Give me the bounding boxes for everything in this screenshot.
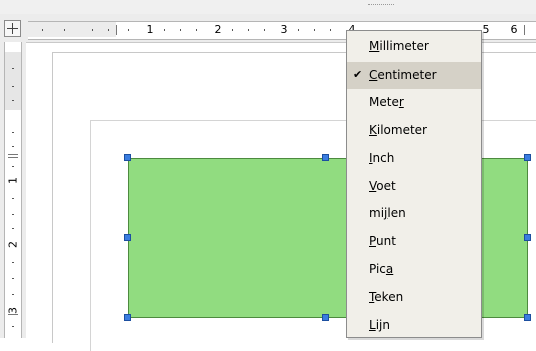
menu-item-millimeter[interactable]: Millimeter [347, 33, 481, 60]
tab-stop-type-icon[interactable] [4, 20, 21, 37]
ruler-number: 1 [146, 23, 154, 36]
menu-item-label: Voet [369, 179, 396, 193]
ruler-margin-area [5, 52, 21, 110]
selection-handle-bottom-middle[interactable] [322, 314, 329, 321]
ruler-number: 1 [6, 177, 20, 184]
menu-item-label: Meter [369, 95, 404, 109]
menu-item-label: Lijn [369, 318, 390, 332]
menu-item-label: Inch [369, 151, 395, 165]
window-top-strip [0, 0, 536, 14]
menu-item-label: Pica [369, 262, 394, 276]
menu-item-pica[interactable]: Pica [347, 256, 481, 283]
ruler-number: 2 [6, 241, 20, 248]
menu-item-voet[interactable]: Voet [347, 173, 481, 200]
menu-item-punt[interactable]: Punt [347, 228, 481, 255]
menu-item-label: Punt [369, 234, 396, 248]
ruler-number: 3 [280, 23, 288, 36]
menu-item-label: Centimeter [369, 68, 437, 82]
ruler-number: 6 [510, 23, 518, 36]
selection-handle-top-left[interactable] [124, 154, 131, 161]
selection-handle-bottom-left[interactable] [124, 314, 131, 321]
vertical-ruler-track[interactable]: 1 2 3 [4, 42, 22, 338]
top-strip-marker [368, 0, 394, 5]
menu-item-label: Teken [369, 290, 404, 304]
menu-item-label: mijlen [369, 206, 406, 220]
menu-item-label: Kilometer [369, 123, 427, 137]
ruler-number: 2 [214, 23, 222, 36]
menu-item-teken[interactable]: Teken [347, 284, 481, 311]
menu-item-meter[interactable]: Meter [347, 89, 481, 116]
selection-handle-middle-left[interactable] [124, 234, 131, 241]
selection-handle-bottom-right[interactable] [524, 314, 531, 321]
menu-item-lijn[interactable]: Lijn [347, 312, 481, 337]
menu-item-inch[interactable]: Inch [347, 145, 481, 172]
menu-item-mijlen[interactable]: mijlen [347, 200, 481, 227]
selection-handle-middle-right[interactable] [524, 234, 531, 241]
selection-handle-top-right[interactable] [524, 154, 531, 161]
menu-item-kilometer[interactable]: Kilometer [347, 117, 481, 144]
menu-item-centimeter[interactable]: ✔ Centimeter [347, 62, 481, 89]
selection-handle-top-middle[interactable] [322, 154, 329, 161]
checkmark-icon: ✔ [353, 68, 363, 81]
menu-item-label: Millimeter [369, 39, 429, 53]
vertical-ruler[interactable]: 1 2 3 [0, 42, 26, 338]
measurement-unit-context-menu: Millimeter ✔ Centimeter Meter Kilometer … [346, 30, 482, 338]
